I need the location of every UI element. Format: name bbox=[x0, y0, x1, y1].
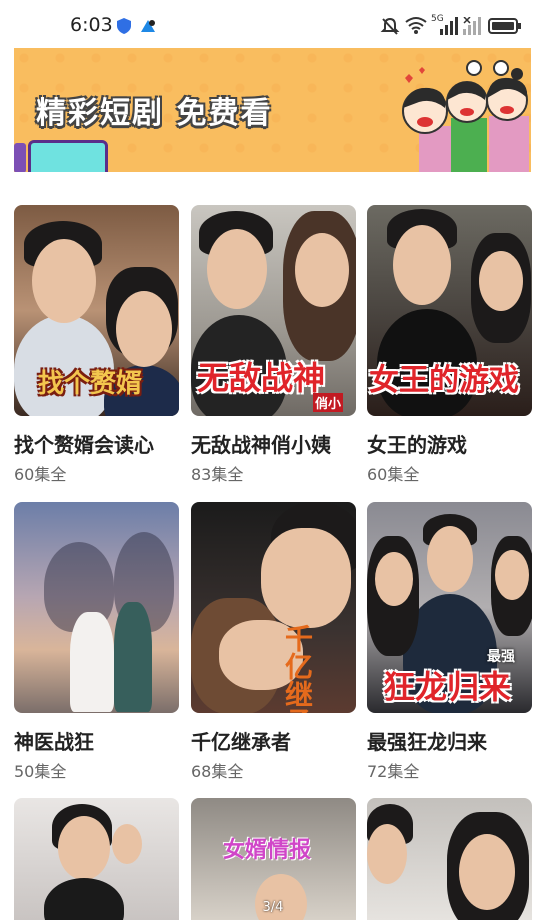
drama-cover: 找个赘婿 bbox=[14, 205, 179, 416]
drama-cover: 千亿继承 bbox=[191, 502, 356, 713]
status-bar: 6:03 5G bbox=[0, 0, 546, 50]
cover-figure bbox=[70, 612, 114, 712]
episode-count: 60集全 bbox=[14, 465, 67, 484]
drama-title: 千亿继承者 bbox=[191, 730, 291, 754]
cover-figure bbox=[112, 824, 142, 864]
cover-title-text: 找个赘婿 bbox=[38, 369, 143, 399]
cover-figure bbox=[207, 229, 267, 309]
cover-figure bbox=[32, 239, 96, 323]
cover-title-text: 狂龙归来 bbox=[383, 668, 512, 706]
banner-title: 精彩短剧 免费看 bbox=[36, 96, 273, 131]
app-notification-icon bbox=[141, 20, 155, 32]
page-indicator: 3/4 bbox=[262, 900, 284, 915]
signal-icon bbox=[440, 17, 458, 35]
cover-title-text: 千亿继承 bbox=[281, 624, 314, 713]
signal-no-sim-icon bbox=[463, 17, 481, 35]
tv-illustration-knob bbox=[14, 143, 26, 172]
drama-cover: 最强 狂龙归来 bbox=[367, 502, 532, 713]
cover-figure bbox=[295, 233, 349, 307]
drama-title: 无敌战神俏小姨 bbox=[191, 433, 331, 457]
cover-figure bbox=[393, 225, 451, 305]
episode-count: 83集全 bbox=[191, 465, 244, 484]
cover-figure bbox=[495, 550, 529, 600]
cover-subtitle-text: 俏小 bbox=[313, 393, 344, 412]
drama-cover: 女王的游戏 bbox=[367, 205, 532, 416]
drama-title: 神医战狂 bbox=[14, 730, 94, 754]
cover-title-text: 无敌战神 bbox=[197, 359, 326, 397]
shield-icon bbox=[117, 18, 131, 34]
promo-banner[interactable]: 精彩短剧 免费看 bbox=[14, 48, 531, 172]
status-time: 6:03 bbox=[70, 14, 113, 36]
cover-figure bbox=[479, 251, 523, 311]
cover-figure bbox=[427, 526, 473, 592]
cartoon-characters-illustration bbox=[402, 60, 529, 172]
cover-figure bbox=[114, 602, 152, 712]
episode-count: 68集全 bbox=[191, 762, 244, 781]
cover-figure bbox=[116, 291, 172, 367]
episode-count: 60集全 bbox=[367, 465, 420, 484]
cover-figure bbox=[58, 816, 110, 880]
cover-figure bbox=[375, 552, 413, 606]
mute-icon bbox=[380, 17, 400, 35]
drama-title: 最强狂龙归来 bbox=[367, 730, 487, 754]
tv-illustration bbox=[28, 140, 108, 172]
cover-figure bbox=[459, 834, 515, 910]
cover-title-text: 女婿情报 bbox=[223, 838, 312, 863]
episode-count: 50集全 bbox=[14, 762, 67, 781]
drama-title: 女王的游戏 bbox=[367, 433, 467, 457]
cover-title-text: 女王的游戏 bbox=[369, 363, 519, 398]
drama-cover bbox=[14, 502, 179, 713]
cover-figure bbox=[367, 824, 407, 884]
wifi-icon bbox=[405, 17, 427, 34]
episode-count: 72集全 bbox=[367, 762, 420, 781]
cover-figure bbox=[261, 528, 351, 628]
drama-cover: 无敌战神 俏小 bbox=[191, 205, 356, 416]
drama-title: 找个赘婿会读心 bbox=[14, 433, 154, 457]
battery-icon bbox=[488, 18, 521, 34]
